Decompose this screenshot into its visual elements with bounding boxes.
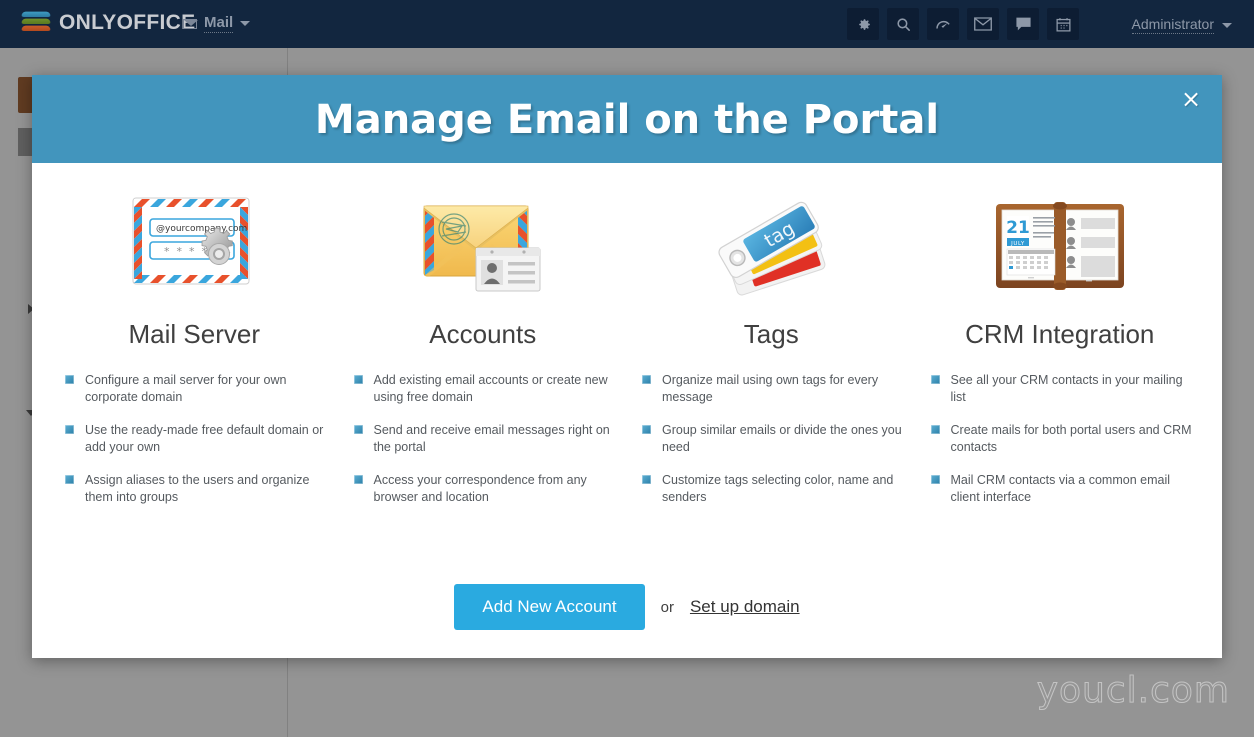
- feature-bullet-list: See all your CRM contacts in your mailin…: [928, 372, 1193, 506]
- bullet-text: Add existing email accounts or create ne…: [373, 373, 608, 404]
- envelope-icon: [183, 18, 198, 29]
- bullet-text: Group similar emails or divide the ones …: [662, 423, 902, 454]
- bullet-square-icon: [65, 425, 74, 434]
- list-item: Create mails for both portal users and C…: [930, 422, 1193, 456]
- chevron-down-icon: [1222, 22, 1232, 28]
- column-heading: Tags: [743, 319, 799, 349]
- list-item: Organize mail using own tags for every m…: [642, 372, 904, 406]
- bullet-square-icon: [353, 375, 363, 384]
- bullet-square-icon: [65, 375, 74, 384]
- column-heading: Accounts: [429, 319, 537, 349]
- crm-integration-icon: 21 JULY: [928, 185, 1193, 307]
- watermark: youcl.com: [1036, 670, 1230, 712]
- list-item: See all your CRM contacts in your mailin…: [930, 372, 1193, 406]
- bullet-square-icon: [642, 425, 651, 434]
- feature-column-tags: tag Tags Organize mail using own tags fo…: [627, 185, 916, 522]
- set-up-domain-link[interactable]: Set up domain: [690, 597, 800, 617]
- onlyoffice-layers-icon: [20, 10, 52, 36]
- bullet-text: Mail CRM contacts via a common email cli…: [950, 473, 1171, 504]
- bullet-text: Customize tags selecting color, name and…: [662, 473, 894, 504]
- modal-footer: Add New Account or Set up domain: [32, 584, 1222, 630]
- chevron-down-icon: [240, 21, 251, 26]
- feature-bullet-list: Configure a mail server for your own cor…: [62, 372, 327, 506]
- bullet-square-icon: [65, 475, 74, 484]
- column-heading: CRM Integration: [965, 319, 1155, 349]
- top-navigation-bar: ONLYOFFICE Mail Administrator: [0, 0, 1254, 48]
- chat-icon[interactable]: [1007, 8, 1039, 40]
- list-item: Mail CRM contacts via a common email cli…: [930, 472, 1193, 506]
- feature-bullet-list: Add existing email accounts or create ne…: [351, 372, 616, 506]
- feature-column-crm-integration: 21 JULY CRM Integration See all your CRM…: [916, 185, 1205, 522]
- bullet-square-icon: [930, 425, 940, 434]
- search-icon[interactable]: [887, 8, 919, 40]
- feature-columns: @yourcompany.com **** Mail Server Config…: [32, 163, 1222, 522]
- bullet-square-icon: [353, 475, 363, 484]
- bullet-square-icon: [353, 425, 363, 434]
- or-separator-label: or: [660, 598, 674, 616]
- onlyoffice-logo[interactable]: ONLYOFFICE: [20, 10, 196, 36]
- column-heading: Mail Server: [128, 319, 260, 349]
- bullet-text: Access your correspondence from any brow…: [373, 473, 587, 504]
- user-name-label: Administrator: [1131, 16, 1214, 34]
- list-item: Access your correspondence from any brow…: [353, 472, 616, 506]
- gear-icon[interactable]: [847, 8, 879, 40]
- bullet-text: Assign aliases to the users and organize…: [85, 473, 310, 504]
- mail-server-icon: @yourcompany.com ****: [62, 185, 327, 307]
- feature-bullet-list: Organize mail using own tags for every m…: [639, 372, 904, 506]
- module-switcher-mail[interactable]: Mail: [183, 14, 251, 33]
- envelope-icon[interactable]: [967, 8, 999, 40]
- list-item: Send and receive email messages right on…: [353, 422, 616, 456]
- modal-body: @yourcompany.com **** Mail Server Config…: [32, 163, 1222, 658]
- nav-icon-group: [847, 8, 1079, 40]
- modal-header: Manage Email on the Portal ×: [32, 75, 1222, 163]
- svg-text:@yourcompany.com: @yourcompany.com: [156, 224, 247, 234]
- user-menu[interactable]: Administrator: [1131, 16, 1232, 34]
- gauge-icon[interactable]: [927, 8, 959, 40]
- accounts-icon: [351, 185, 616, 307]
- feature-column-accounts: Accounts Add existing email accounts or …: [339, 185, 628, 522]
- logo-text: ONLYOFFICE: [59, 11, 196, 34]
- list-item: Group similar emails or divide the ones …: [642, 422, 904, 456]
- list-item: Assign aliases to the users and organize…: [65, 472, 327, 506]
- feature-column-mail-server: @yourcompany.com **** Mail Server Config…: [50, 185, 339, 522]
- list-item: Use the ready-made free default domain o…: [65, 422, 327, 456]
- page-title: Manage Email on the Portal: [314, 97, 940, 143]
- bullet-text: See all your CRM contacts in your mailin…: [950, 373, 1183, 404]
- bullet-square-icon: [642, 375, 651, 384]
- list-item: Customize tags selecting color, name and…: [642, 472, 904, 506]
- calendar-icon[interactable]: [1047, 8, 1079, 40]
- bullet-text: Send and receive email messages right on…: [373, 423, 610, 454]
- bullet-text: Use the ready-made free default domain o…: [85, 423, 324, 454]
- bullet-square-icon: [642, 475, 651, 484]
- manage-email-modal: Manage Email on the Portal × @yourcompan…: [32, 75, 1222, 658]
- bullet-text: Organize mail using own tags for every m…: [662, 373, 879, 404]
- bullet-text: Create mails for both portal users and C…: [950, 423, 1192, 454]
- list-item: Add existing email accounts or create ne…: [353, 372, 616, 406]
- bullet-square-icon: [930, 375, 940, 384]
- add-new-account-button[interactable]: Add New Account: [454, 584, 645, 630]
- tags-icon: tag: [639, 185, 904, 307]
- close-icon[interactable]: ×: [1177, 85, 1205, 113]
- bullet-square-icon: [930, 475, 940, 484]
- svg-text:JULY: JULY: [1010, 241, 1025, 247]
- bullet-text: Configure a mail server for your own cor…: [85, 373, 287, 404]
- list-item: Configure a mail server for your own cor…: [65, 372, 327, 406]
- module-name-label: Mail: [204, 14, 234, 33]
- svg-text:21: 21: [1006, 218, 1030, 238]
